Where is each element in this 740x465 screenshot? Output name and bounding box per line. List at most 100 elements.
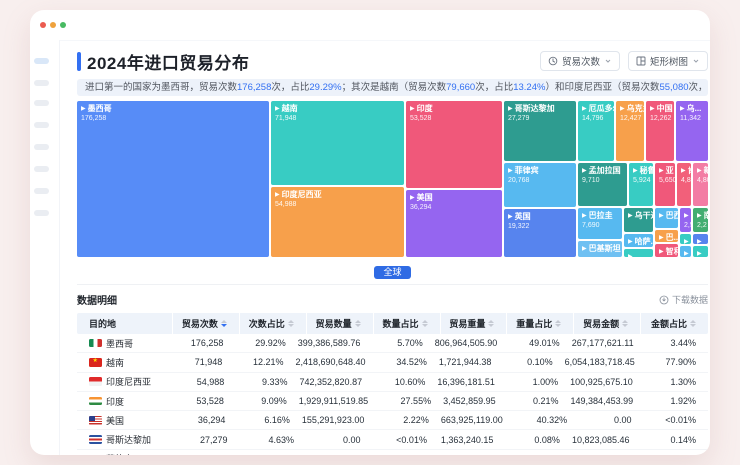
treemap-node[interactable]: ▶印度尼西亚54,988	[271, 187, 404, 257]
treemap-node[interactable]: ▶新4,804	[693, 163, 708, 206]
value-cell: 0.08%	[505, 430, 571, 448]
metric-select-label: 贸易次数	[562, 54, 600, 68]
treemap-node[interactable]: ▶哈萨...	[624, 234, 653, 247]
sort-icon[interactable]	[288, 320, 294, 327]
expand-arrow-icon: ▶	[582, 106, 587, 112]
expand-arrow-icon: ▶	[684, 213, 689, 219]
treemap-node-label: ▶美国	[410, 193, 502, 203]
sort-icon[interactable]	[488, 320, 494, 327]
column-header-metric[interactable]: 贸易数量	[307, 313, 374, 334]
value-cell: 3.53%	[236, 450, 299, 455]
download-data-button[interactable]: 下载数据	[659, 293, 708, 306]
sort-icon[interactable]	[422, 320, 428, 327]
treemap-node[interactable]: ▶	[680, 234, 691, 244]
treemap-node[interactable]: ▶印度53,528	[406, 101, 502, 188]
sort-icon[interactable]	[355, 320, 361, 327]
global-scope-button[interactable]: 全球	[374, 266, 410, 279]
treemap-node[interactable]: ▶秘鲁5,924	[629, 163, 653, 206]
treemap-node-label: ▶墨西哥	[81, 104, 269, 114]
expand-arrow-icon: ▶	[697, 213, 702, 219]
treemap-node[interactable]: ▶智利	[655, 244, 678, 257]
treemap-node[interactable]: ▶美国36,294	[406, 190, 502, 257]
treemap-node-label: ▶菲律宾	[508, 166, 576, 176]
treemap-node-label: ▶巴拉圭	[582, 211, 622, 221]
column-header-label: 金额占比	[651, 317, 687, 330]
close-button[interactable]	[40, 22, 46, 28]
summary-text: 次，占比	[271, 82, 309, 93]
expand-arrow-icon: ▶	[508, 106, 513, 112]
treemap-node[interactable]: ▶哥斯达黎加27,279	[504, 101, 576, 161]
value-cell: 0.00	[306, 430, 373, 448]
expand-arrow-icon: ▶	[628, 213, 633, 219]
value-cell: 34.52%	[378, 353, 439, 371]
value-cell: 2,418,690,648.40	[296, 353, 378, 371]
treemap-node[interactable]: ▶亚5,650	[655, 163, 675, 206]
chart-type-select[interactable]: 矩形树图	[628, 51, 708, 71]
treemap-node-value: 53,528	[410, 114, 502, 123]
column-header-metric[interactable]: 重量占比	[507, 313, 574, 334]
value-cell: 0.14%	[642, 430, 709, 448]
treemap-node[interactable]: ▶巴基斯坦	[578, 241, 622, 257]
treemap-node-label: ▶越南	[275, 104, 404, 114]
treemap-node[interactable]: ▶英国19,322	[504, 209, 576, 257]
treemap-node[interactable]: ▶乌...11,342	[676, 101, 708, 161]
treemap-node[interactable]: ▶菲律宾20,768	[504, 163, 576, 207]
treemap-node-label: ▶	[684, 211, 691, 221]
sort-icon[interactable]	[690, 320, 696, 327]
treemap-node[interactable]: ▶2,5	[680, 208, 691, 232]
country-name: 墨西哥	[106, 337, 133, 350]
treemap-node[interactable]: ▶巴...	[655, 230, 678, 242]
column-header-metric[interactable]: 贸易重量	[441, 313, 508, 334]
destination-cell: 墨西哥	[77, 334, 173, 352]
treemap-node[interactable]: ▶厄瓜多尔14,796	[578, 101, 614, 161]
treemap-node[interactable]: ▶孟加拉国9,710	[578, 163, 627, 206]
maximize-button[interactable]	[60, 22, 66, 28]
sidebar-skeleton	[30, 40, 60, 455]
expand-arrow-icon: ▶	[659, 249, 664, 255]
treemap-node[interactable]: ▶	[680, 246, 691, 257]
treemap-node[interactable]: ▶	[693, 246, 708, 257]
column-header-metric[interactable]: 次数占比	[240, 313, 307, 334]
treemap-node-label: ▶	[684, 249, 691, 257]
treemap-node-label: ▶中国	[650, 104, 674, 114]
treemap-node-label: ▶乌干达	[628, 211, 653, 221]
treemap-node-value: 36,294	[410, 203, 502, 212]
treemap-node[interactable]: ▶肯4,806	[677, 163, 691, 206]
country-name: 哥斯达黎加	[106, 433, 151, 446]
treemap-node[interactable]: ▶乌克兰12,427	[616, 101, 644, 161]
column-header-metric[interactable]: 贸易次数	[173, 313, 240, 334]
expand-arrow-icon: ▶	[275, 192, 280, 198]
column-header-metric[interactable]: 数量占比	[374, 313, 441, 334]
treemap-node[interactable]: ▶巴西	[655, 208, 678, 228]
minimize-button[interactable]	[50, 22, 56, 28]
table-body: 墨西哥176,25829.92%399,386,589.765.70%806,9…	[77, 334, 708, 455]
treemap-node[interactable]: ▶墨西哥176,258	[77, 101, 269, 257]
column-header-metric[interactable]: 金额占比	[641, 313, 708, 334]
column-header-metric[interactable]: 贸易金额	[574, 313, 641, 334]
expand-arrow-icon: ▶	[582, 168, 587, 174]
treemap-node-value: 20,768	[508, 176, 576, 185]
flag-mexico-icon	[89, 339, 102, 348]
treemap-node[interactable]: ▶中国12,262	[646, 101, 674, 161]
flag-costa-rica-icon	[89, 435, 102, 444]
treemap-node[interactable]: ▶越南71,948	[271, 101, 404, 185]
metric-select[interactable]: 贸易次数	[540, 51, 620, 71]
sort-icon[interactable]	[555, 320, 561, 327]
treemap-node-label: ▶厄瓜多尔	[582, 104, 614, 114]
value-cell: 106,582,517.70	[570, 450, 645, 455]
treemap: ▶墨西哥176,258▶越南71,948▶印度尼西亚54,988▶印度53,52…	[77, 101, 708, 257]
table-row: 印度尼西亚54,9889.33%742,352,820.8710.60%16,3…	[77, 373, 708, 392]
sort-icon[interactable]	[622, 320, 628, 327]
treemap-node[interactable]: ▶南2,2	[693, 208, 708, 232]
value-cell: 1.30%	[645, 373, 708, 391]
sort-icon[interactable]	[221, 320, 227, 327]
treemap-node[interactable]: ▶	[624, 249, 653, 257]
treemap-node[interactable]: ▶	[693, 234, 708, 244]
destination-cell: 越南	[77, 353, 173, 371]
treemap-node-label: ▶印度尼西亚	[275, 190, 404, 200]
expand-arrow-icon: ▶	[508, 214, 513, 220]
treemap-node[interactable]: ▶乌干达	[624, 208, 653, 232]
destination-cell: 印度	[77, 392, 173, 410]
treemap-node[interactable]: ▶巴拉圭7,690	[578, 208, 622, 239]
chart-type-select-label: 矩形树图	[650, 54, 688, 68]
